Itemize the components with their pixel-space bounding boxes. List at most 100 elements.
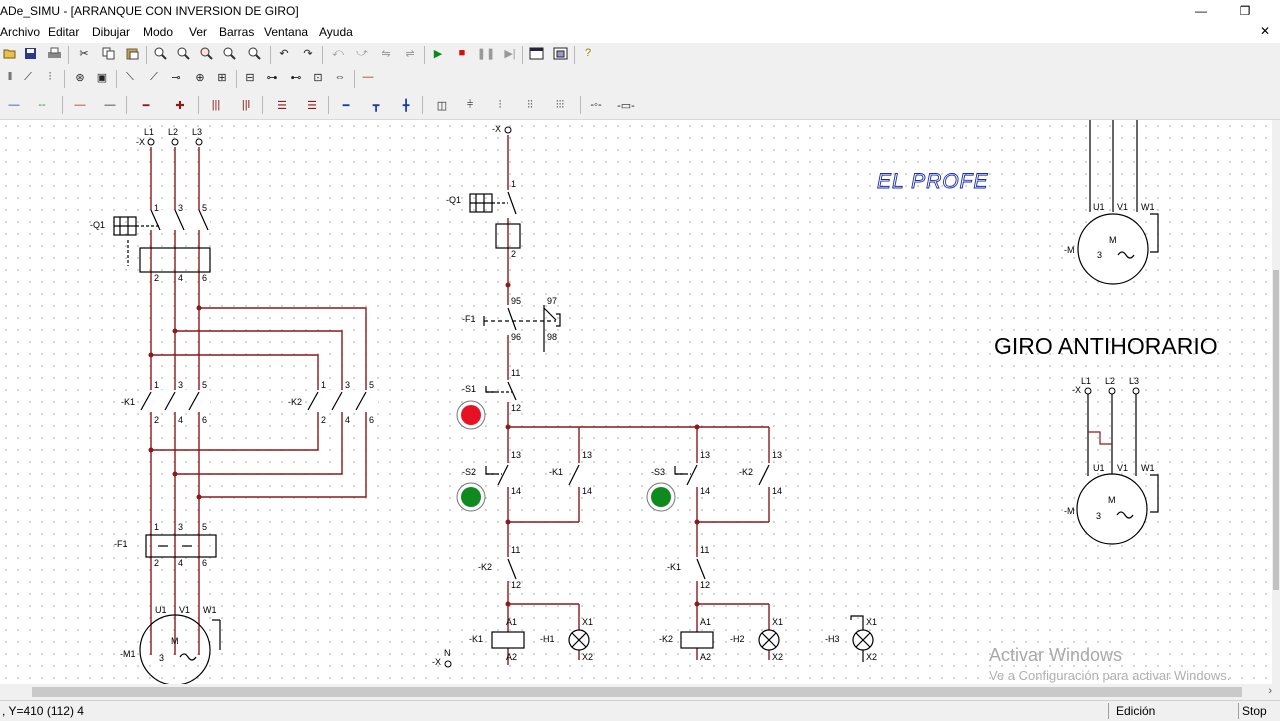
menu-ver[interactable]: Ver [189,25,207,39]
menu-editar[interactable]: Editar [48,25,79,39]
ctrl-t1: 1 [511,179,516,189]
window-cascade-icon[interactable] [550,43,570,63]
zoom-prev-icon[interactable] [244,43,264,63]
horizontal-scroll-thumb[interactable] [32,687,1242,697]
menu-modo[interactable]: Modo [143,25,173,39]
ctrl-q1-label: -Q1 [446,195,461,205]
redo-icon[interactable]: ↷ [298,43,318,63]
terminal-2-icon[interactable]: ⫩ [460,95,480,115]
k2-term-2: 2 [321,415,326,425]
cross-icon[interactable]: ⊞ [212,67,232,87]
mirror-v-icon[interactable]: ⇌ [400,43,420,63]
save-icon[interactable] [20,43,40,63]
pushbutton-icon[interactable]: ⊸ [166,67,186,87]
k1-t13: 13 [582,450,592,460]
play-icon[interactable]: ▶ [428,43,448,63]
ctrl-k1-aux-label: -K1 [549,467,563,477]
zoom-window-icon[interactable] [196,43,216,63]
line-blue-icon[interactable]: — [4,95,24,115]
mr-x-label: -X [1072,385,1081,395]
wire-icon[interactable]: — [358,67,378,87]
ctrl-s1-label: -S1 [462,384,476,394]
zoom-all-icon[interactable] [219,43,239,63]
zoom-out-icon[interactable] [173,43,193,63]
contact-3p-icon[interactable]: ⫶ [40,67,60,87]
connector-a-icon[interactable]: -◦- [586,95,606,115]
paste-icon[interactable] [122,43,142,63]
three-lines-icon[interactable]: ||| [206,95,226,115]
k2-t14: 14 [772,486,782,496]
schematic-canvas[interactable]: L1 L2 L3 -X -Q1 1 3 5 2 4 6 -K1 1 3 5 2 … [0,120,1272,684]
vertical-scrollbar[interactable] [1272,120,1280,684]
menu-ayuda[interactable]: Ayuda [319,25,353,39]
step-icon[interactable]: ▶| [500,43,520,63]
k2-power-label: -K2 [288,397,302,407]
coil-icon[interactable]: ⊟ [240,67,260,87]
terminal-4-icon[interactable]: ⫶⫶ [520,95,540,115]
line-red-icon[interactable]: — [70,95,90,115]
menu-archivo[interactable]: Archivo [0,25,40,39]
rotate-left-icon[interactable]: ⤺ [328,43,348,63]
thermal-icon[interactable]: ⊷ [286,67,306,87]
m1-label: -M1 [120,649,136,659]
mt-label: -M [1064,245,1075,255]
minimize-button[interactable]: — [1186,2,1216,20]
stop-icon[interactable]: ■ [452,43,472,63]
h2-x1: X1 [772,617,783,627]
f1-term-3: 3 [178,522,183,532]
mirror-h-icon[interactable]: ⇋ [376,43,396,63]
window-tile-icon[interactable] [526,43,546,63]
undo-icon[interactable]: ↶ [274,43,294,63]
k1-term-6: 6 [202,415,207,425]
restore-button[interactable]: ❐ [1230,2,1260,20]
scroll-right-icon[interactable]: › [1268,685,1272,697]
cut-icon[interactable]: ✂ [74,43,94,63]
pause-icon[interactable]: ❚❚ [476,43,496,63]
ctrl-s3-label: -S3 [651,467,665,477]
connector-b-icon[interactable]: -▭- [616,95,636,115]
hlines-b-icon[interactable]: ☰ [302,95,322,115]
ctrl-t95: 95 [511,296,521,306]
switch-a-icon[interactable]: ⟍ [120,67,140,87]
fuse-icon[interactable]: ⊶ [262,67,282,87]
relay-icon[interactable]: ⊛ [70,67,90,87]
terminal-3-icon[interactable]: ⫶ [490,95,510,115]
open-icon[interactable] [0,43,20,63]
print-icon[interactable] [44,43,64,63]
rotate-right-icon[interactable]: ⤻ [352,43,372,63]
line-green-icon[interactable]: -- [32,95,52,115]
menu-dibujar[interactable]: Dibujar [92,25,130,39]
terminal-5-icon[interactable]: ⫶⫶⫶ [550,95,570,115]
copy-icon[interactable] [98,43,118,63]
contact-nc-icon[interactable]: ⟋ [18,67,38,87]
neutral-cross-icon[interactable]: ╋ [396,95,416,115]
mdi-close-button[interactable]: ✕ [1250,22,1280,40]
junction-icon[interactable]: ✚ [170,95,190,115]
switch-b-icon[interactable]: ⟋ [144,67,164,87]
line-black-icon[interactable]: — [100,95,120,115]
node-icon[interactable]: ⊕ [190,67,210,87]
line-thick-icon[interactable]: ━ [136,95,156,115]
horizontal-scrollbar[interactable]: › [0,684,1280,700]
timer-icon[interactable]: ▣ [92,67,112,87]
contact-no-icon[interactable]: ‖ [0,67,20,87]
neutral-line-icon[interactable]: ━ [336,95,356,115]
bus-icon[interactable]: ⇔ [330,67,350,87]
phase-l3-label: L3 [192,127,202,137]
h1-x2: X2 [582,652,593,662]
m1-m: M [171,636,179,646]
neutral-tee-icon[interactable]: ┳ [366,95,386,115]
zoom-in-icon[interactable] [150,43,170,63]
vertical-scroll-thumb[interactable] [1273,270,1279,590]
terminal-1-icon[interactable]: ◫ [432,95,452,115]
hlines-icon[interactable]: ☰ [272,95,292,115]
mt-3: 3 [1097,250,1102,260]
menu-barras[interactable]: Barras [219,25,254,39]
s2-t14: 14 [511,486,521,496]
menu-ventana[interactable]: Ventana [264,25,308,39]
m1-3: 3 [159,653,164,663]
three-lines-b-icon[interactable]: ||l [236,95,256,115]
terminal-icon[interactable]: ⊡ [308,67,328,87]
term-2: 2 [154,273,159,283]
help-icon[interactable]: ? [578,43,598,63]
